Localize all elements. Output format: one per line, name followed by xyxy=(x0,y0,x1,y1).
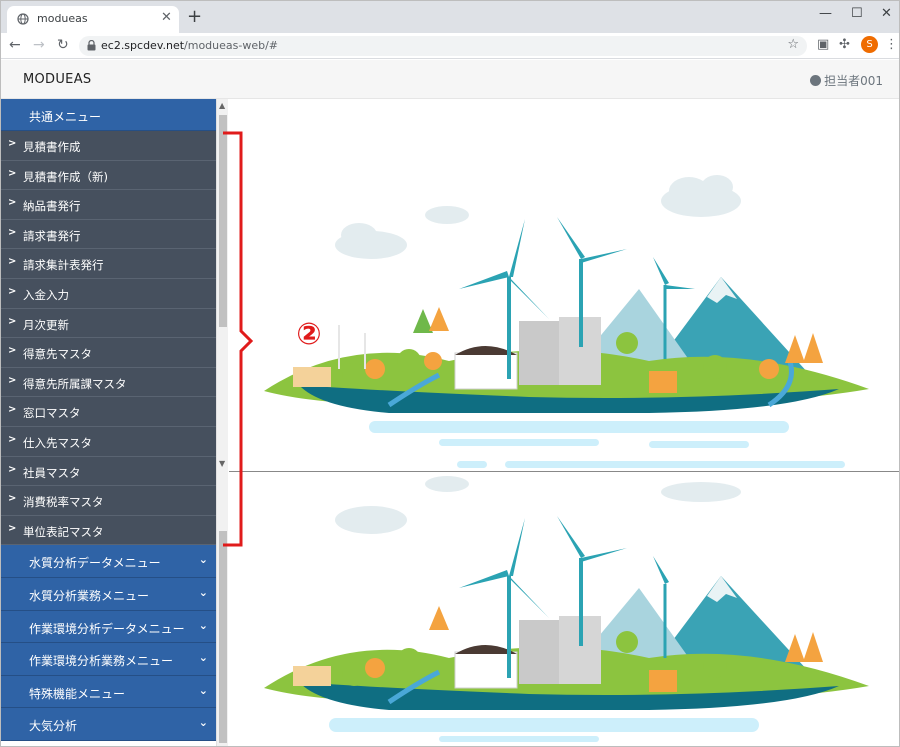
sidebar-item-label: 得意先所属課マスタ xyxy=(23,376,127,391)
user-menu[interactable]: 担当者001 xyxy=(810,72,883,89)
scroll-up-icon[interactable]: ▲ xyxy=(219,101,225,110)
extension-b-icon[interactable]: ▣ xyxy=(817,37,829,52)
globe-icon xyxy=(17,13,29,25)
sidebar-item-label: 社員マスタ xyxy=(23,465,81,480)
puzzle-icon[interactable]: ✣ xyxy=(839,37,850,52)
sidebar-item-tax-master[interactable]: > 消費税率マスタ xyxy=(1,486,216,516)
sidebar-item-invoice[interactable]: > 請求書発行 xyxy=(1,219,216,250)
sidebar-item-label: 消費税率マスタ xyxy=(23,495,104,510)
chevron-right-icon: > xyxy=(8,226,17,238)
sidebar-group-air[interactable]: 大気分析 ⌄ xyxy=(1,708,216,741)
group-label: 作業環境分析業務メニュー xyxy=(29,654,174,669)
sidebar-item-customer-dept-master[interactable]: > 得意先所属課マスタ xyxy=(1,367,216,398)
chevron-right-icon: > xyxy=(8,404,17,416)
reload-icon[interactable]: ↻ xyxy=(57,37,69,53)
chevron-right-icon: > xyxy=(8,345,17,357)
chevron-right-icon: > xyxy=(8,374,17,386)
sidebar-group-special[interactable]: 特殊機能メニュー ⌄ xyxy=(1,675,216,709)
sidebar-item-contact-master[interactable]: > 窓口マスタ xyxy=(1,397,216,427)
chevron-right-icon: > xyxy=(8,285,17,297)
chevron-right-icon: > xyxy=(8,138,17,149)
new-tab-icon[interactable]: + xyxy=(187,6,202,27)
profile-avatar[interactable]: S xyxy=(861,36,878,53)
sidebar-item-label: 請求書発行 xyxy=(23,228,81,243)
forward-icon[interactable]: → xyxy=(33,37,45,53)
annotation-number: ② xyxy=(296,317,322,352)
chevron-right-icon: > xyxy=(8,463,17,475)
sidebar-group-env-work[interactable]: 作業環境分析業務メニュー ⌄ xyxy=(1,643,216,676)
sidebar-item-label: 入金入力 xyxy=(23,287,69,302)
back-icon[interactable]: ← xyxy=(9,37,21,53)
sidebar-item-customer-master[interactable]: > 得意先マスタ xyxy=(1,338,216,368)
address-bar[interactable]: ec2.spcdev.net/modueas-web/# ☆ xyxy=(79,36,807,56)
sidebar-item-label: 得意先マスタ xyxy=(23,347,92,362)
chevron-right-icon: > xyxy=(8,315,17,327)
sidebar-item-label: 月次更新 xyxy=(23,317,69,332)
sidebar-item-label: 仕入先マスタ xyxy=(23,435,92,450)
group-label: 水質分析データメニュー xyxy=(29,556,161,571)
chevron-right-icon: > xyxy=(8,167,17,179)
chevron-down-icon: ⌄ xyxy=(198,651,208,665)
sidebar-item-label: 窓口マスタ xyxy=(23,406,81,421)
group-label: 作業環境分析データメニュー xyxy=(29,621,185,636)
url-text: ec2.spcdev.net/modueas-web/# xyxy=(101,39,278,52)
sidebar-group-env-data[interactable]: 作業環境分析データメニュー ⌄ xyxy=(1,610,216,644)
chevron-down-icon: ⌄ xyxy=(198,585,208,599)
tab-title: modueas xyxy=(37,12,88,25)
sidebar-item-label: 請求集計表発行 xyxy=(23,258,104,273)
chevron-right-icon: > xyxy=(8,197,17,209)
bookmark-star-icon[interactable]: ☆ xyxy=(787,37,799,52)
group-label: 水質分析業務メニュー xyxy=(29,588,150,603)
minimize-icon[interactable]: — xyxy=(819,6,832,21)
chevron-down-icon: ⌄ xyxy=(198,716,208,730)
url-path: /modueas-web/# xyxy=(184,39,279,52)
sidebar-item-quote-new[interactable]: > 見積書作成（新) xyxy=(1,160,216,191)
sidebar-item-invoice-summary[interactable]: > 請求集計表発行 xyxy=(1,249,216,279)
group-label: 特殊機能メニュー xyxy=(29,686,126,701)
sidebar-item-supplier-master[interactable]: > 仕入先マスタ xyxy=(1,426,216,457)
sidebar-group-water-work[interactable]: 水質分析業務メニュー ⌄ xyxy=(1,577,216,611)
tab-strip: modueas ✕ + — ☐ ✕ xyxy=(1,1,899,33)
lock-icon xyxy=(87,40,96,51)
group-label: 大気分析 xyxy=(29,719,78,734)
sidebar-group-water-data[interactable]: 水質分析データメニュー ⌄ xyxy=(1,545,216,578)
sidebar-item-delivery[interactable]: > 納品書発行 xyxy=(1,190,216,220)
browser-toolbar: ← → ↻ ec2.spcdev.net/modueas-web/# ☆ ▣ ✣… xyxy=(1,33,899,59)
url-host: ec2.spcdev.net xyxy=(101,39,185,52)
close-window-icon[interactable]: ✕ xyxy=(881,6,892,21)
chevron-down-icon: ⌄ xyxy=(198,618,208,632)
chevron-right-icon: > xyxy=(8,256,17,268)
maximize-icon[interactable]: ☐ xyxy=(851,6,863,21)
app-header: MODUEAS 担当者001 xyxy=(1,60,899,99)
common-menu-label: 共通メニュー xyxy=(29,110,102,124)
browser-tab[interactable]: modueas ✕ xyxy=(7,6,179,33)
common-menu-header[interactable]: 共通メニュー xyxy=(1,99,216,131)
chevron-right-icon: > xyxy=(8,433,17,445)
chevron-down-icon: ⌄ xyxy=(198,683,208,697)
close-tab-icon[interactable]: ✕ xyxy=(161,10,172,25)
browser-window: modueas ✕ + — ☐ ✕ ← → ↻ ec2.spcdev.net/m… xyxy=(0,0,900,747)
app-brand[interactable]: MODUEAS xyxy=(23,72,91,87)
sidebar-item-unit-master[interactable]: > 単位表記マスタ xyxy=(1,515,216,546)
sidebar-item-label: 見積書作成 xyxy=(23,140,81,154)
sidebar-item-label: 単位表記マスタ xyxy=(23,524,104,539)
sidebar-item-monthly-update[interactable]: > 月次更新 xyxy=(1,308,216,339)
user-label: 担当者001 xyxy=(824,74,883,88)
kebab-menu-icon[interactable]: ⋮ xyxy=(885,37,898,52)
chevron-right-icon: > xyxy=(8,493,17,505)
scroll-thumb-lower[interactable] xyxy=(219,531,227,743)
user-icon xyxy=(810,75,822,86)
sidebar-item-label: 納品書発行 xyxy=(23,199,81,214)
sidebar-item-label: 見積書作成（新) xyxy=(23,169,108,184)
sidebar-item-quote[interactable]: > 見積書作成 xyxy=(1,131,216,161)
chevron-down-icon: ⌄ xyxy=(198,553,208,567)
sidebar-item-employee-master[interactable]: > 社員マスタ xyxy=(1,456,216,487)
sidebar-item-payment[interactable]: > 入金入力 xyxy=(1,278,216,309)
chevron-right-icon: > xyxy=(8,522,17,534)
sidebar: 共通メニュー > 見積書作成 > 見積書作成（新) > 納品書発行 > 請求書発行 > 請… xyxy=(1,99,216,746)
